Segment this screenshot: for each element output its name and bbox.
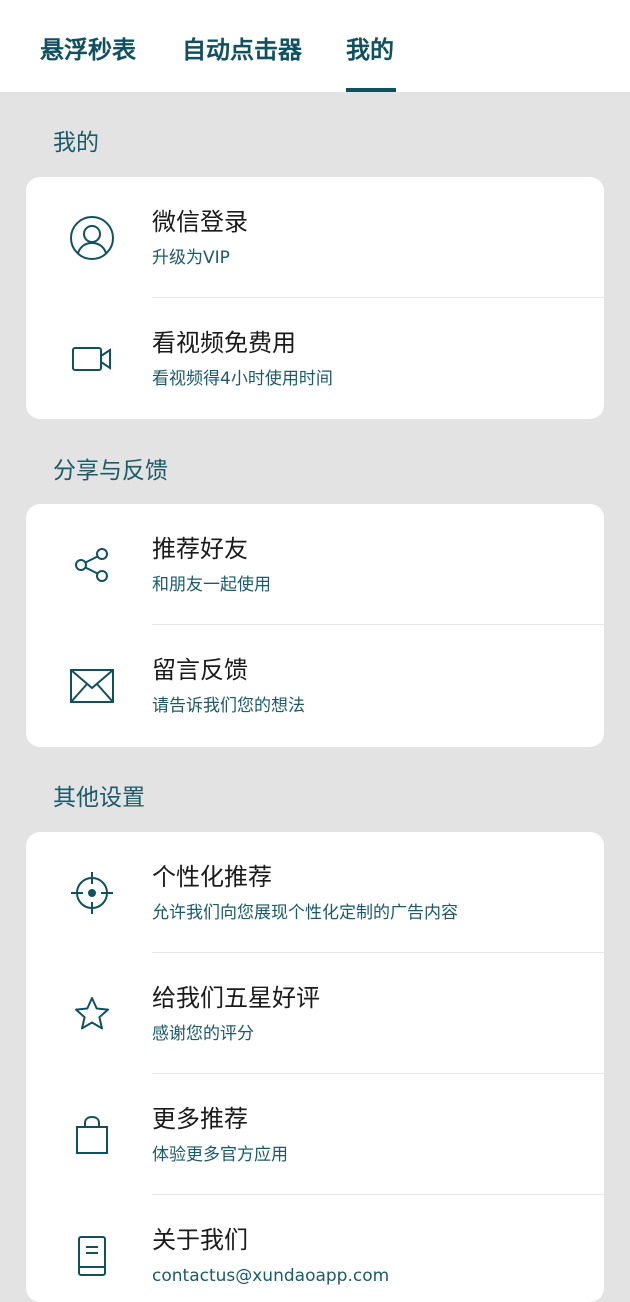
row-subtitle: 感谢您的评分 bbox=[152, 1024, 254, 1044]
row-title: 看视频免费用 bbox=[152, 329, 296, 357]
row-subtitle: 允许我们向您展现个性化定制的广告内容 bbox=[152, 903, 458, 923]
user-icon bbox=[66, 212, 118, 264]
list-item-five-star-rating[interactable]: 给我们五星好评 感谢您的评分 bbox=[26, 953, 604, 1074]
row-title: 更多推荐 bbox=[152, 1105, 248, 1133]
crosshair-icon bbox=[66, 867, 118, 919]
tab-floating-stopwatch[interactable]: 悬浮秒表 bbox=[40, 30, 136, 70]
card-other-settings: 个性化推荐 允许我们向您展现个性化定制的广告内容 给我们五星好评 感谢您的评分 … bbox=[26, 832, 604, 1302]
row-subtitle: 体验更多官方应用 bbox=[152, 1145, 288, 1165]
card-mine: 微信登录 升级为VIP 看视频免费用 看视频得4小时使用时间 bbox=[26, 177, 604, 419]
share-icon bbox=[66, 539, 118, 591]
list-item-watch-video[interactable]: 看视频免费用 看视频得4小时使用时间 bbox=[26, 298, 604, 419]
row-subtitle: 和朋友一起使用 bbox=[152, 575, 271, 595]
video-camera-icon bbox=[66, 333, 118, 385]
row-title: 给我们五星好评 bbox=[152, 984, 320, 1012]
list-item-feedback[interactable]: 留言反馈 请告诉我们您的想法 bbox=[26, 625, 604, 746]
star-icon bbox=[66, 988, 118, 1040]
row-subtitle: 升级为VIP bbox=[152, 248, 230, 268]
section-title-mine: 我的 bbox=[53, 130, 99, 156]
row-subtitle: contactus@xundaoapp.com bbox=[152, 1266, 390, 1286]
row-title: 留言反馈 bbox=[152, 656, 248, 684]
mail-icon bbox=[66, 660, 118, 712]
tab-auto-clicker[interactable]: 自动点击器 bbox=[182, 30, 302, 70]
row-title: 个性化推荐 bbox=[152, 863, 272, 891]
list-item-wechat-login[interactable]: 微信登录 升级为VIP bbox=[26, 177, 604, 298]
list-item-more-apps[interactable]: 更多推荐 体验更多官方应用 bbox=[26, 1074, 604, 1195]
row-title: 微信登录 bbox=[152, 208, 248, 236]
row-title: 推荐好友 bbox=[152, 535, 248, 563]
row-subtitle: 看视频得4小时使用时间 bbox=[152, 369, 333, 389]
tab-mine[interactable]: 我的 bbox=[346, 30, 394, 70]
list-item-personalized-recommend[interactable]: 个性化推荐 允许我们向您展现个性化定制的广告内容 bbox=[26, 832, 604, 953]
row-subtitle: 请告诉我们您的想法 bbox=[152, 696, 305, 716]
book-icon bbox=[66, 1230, 118, 1282]
card-share-feedback: 推荐好友 和朋友一起使用 留言反馈 请告诉我们您的想法 bbox=[26, 504, 604, 747]
row-title: 关于我们 bbox=[152, 1226, 248, 1254]
list-item-recommend-friends[interactable]: 推荐好友 和朋友一起使用 bbox=[26, 504, 604, 625]
shopping-bag-icon bbox=[66, 1109, 118, 1161]
section-title-share-feedback: 分享与反馈 bbox=[53, 458, 168, 484]
top-tab-bar: 悬浮秒表 自动点击器 我的 bbox=[0, 0, 630, 92]
active-tab-indicator bbox=[346, 88, 396, 92]
list-item-about-us[interactable]: 关于我们 contactus@xundaoapp.com bbox=[26, 1195, 604, 1302]
section-title-other-settings: 其他设置 bbox=[53, 785, 145, 811]
